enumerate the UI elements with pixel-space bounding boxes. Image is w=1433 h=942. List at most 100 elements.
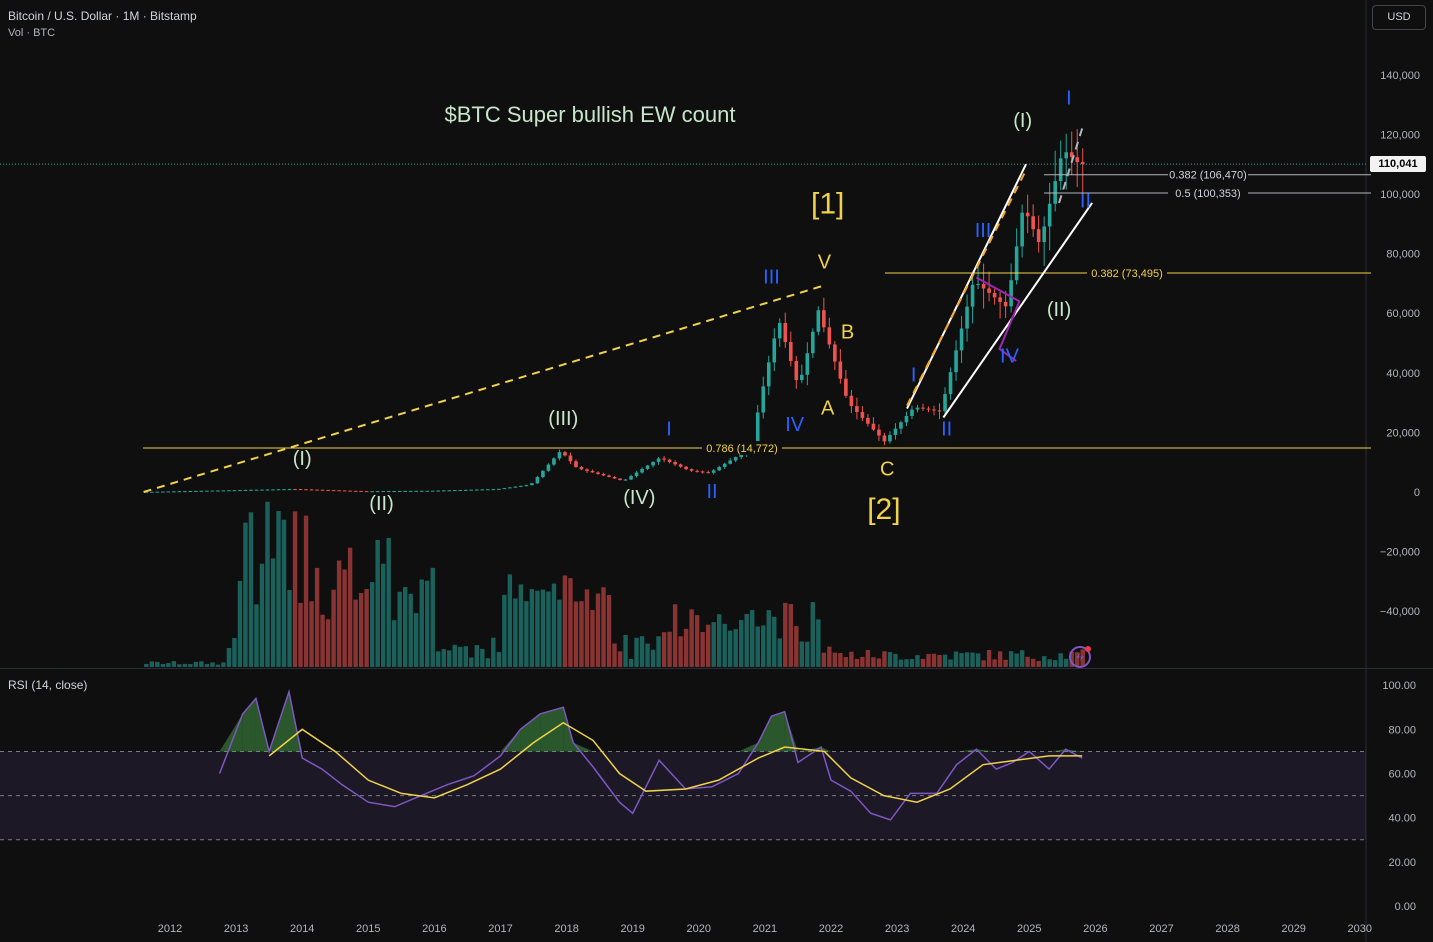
price-candle: [408, 490, 413, 492]
wave-label: B: [841, 322, 854, 344]
time-axis-tick: 2023: [885, 923, 909, 935]
volume-bar: [353, 599, 358, 667]
rsi-overbought-fill: [976, 749, 997, 752]
time-axis-tick: 2018: [554, 923, 578, 935]
time-axis-tick: 2030: [1348, 923, 1372, 935]
volume-bar: [997, 651, 1003, 667]
time-axis-tick: 2012: [158, 923, 182, 935]
price-candle: [535, 477, 540, 484]
wave-label: A: [821, 398, 835, 420]
volume-bar: [926, 653, 931, 667]
time-axis-tick: 2025: [1017, 923, 1041, 935]
volume-bar: [1047, 659, 1052, 667]
trendline[interactable]: [143, 285, 822, 493]
price-candle: [618, 478, 622, 481]
volume-bar: [414, 613, 419, 667]
price-candle: [502, 488, 507, 490]
price-candle: [232, 490, 237, 492]
price-candle: [882, 435, 887, 442]
volume-bar: [237, 580, 243, 667]
price-candle: [414, 490, 419, 492]
price-candle: [205, 490, 209, 492]
volume-bar: [755, 626, 760, 667]
price-candle: [970, 284, 975, 307]
price-candle: [238, 490, 242, 492]
volume-bar: [259, 563, 265, 667]
price-candle: [563, 452, 567, 456]
price-candle: [684, 466, 688, 470]
price-candle: [788, 342, 793, 362]
volume-bar: [672, 604, 678, 667]
price-candle: [342, 490, 347, 492]
price-candle: [772, 338, 777, 363]
price-candle: [1036, 229, 1041, 243]
time-axis-tick: 2027: [1149, 923, 1173, 935]
price-candle: [948, 372, 953, 395]
wave-label: I: [1066, 88, 1072, 110]
time-axis-tick: 2024: [951, 923, 975, 935]
price-candle: [337, 490, 341, 492]
price-candle: [1064, 152, 1069, 159]
volume-bar: [766, 610, 771, 667]
price-candle: [530, 483, 534, 486]
price-candle: [331, 490, 336, 492]
volume-bar: [601, 587, 606, 667]
volume-bar: [364, 589, 369, 667]
price-candle: [557, 452, 562, 459]
volume-bar: [1030, 658, 1036, 667]
volume-bar: [794, 626, 799, 667]
volume-bar: [838, 653, 843, 667]
price-candle: [161, 491, 165, 493]
wave-label: (I): [293, 448, 312, 470]
volume-bar: [656, 636, 661, 667]
price-candle: [932, 409, 936, 411]
volume-bar: [1041, 656, 1047, 667]
price-candle: [634, 472, 639, 477]
volume-bar: [210, 662, 215, 667]
time-axis-tick: 2028: [1215, 923, 1239, 935]
volume-bar: [325, 619, 331, 667]
volume-bar: [568, 578, 573, 667]
volume-bar: [243, 522, 248, 667]
volume-bar: [948, 659, 953, 667]
price-candle: [463, 489, 468, 491]
price-candle: [959, 328, 964, 351]
volume-bar: [843, 657, 849, 667]
price-candle: [838, 361, 843, 379]
volume-bar: [1036, 660, 1041, 667]
price-axis-tick: 0: [1414, 487, 1420, 499]
price-candle: [475, 489, 479, 491]
volume-bar: [226, 648, 232, 667]
price-candle: [227, 490, 231, 492]
chart-title: $BTC Super bullish EW count: [444, 102, 735, 127]
price-axis-tick: 80,000: [1386, 249, 1420, 261]
volume-bar: [705, 624, 711, 667]
volume-bar: [144, 664, 149, 667]
price-candle: [695, 470, 699, 472]
price-candle: [568, 455, 573, 462]
price-axis-tick: 20,000: [1386, 427, 1420, 439]
price-candle: [965, 306, 969, 329]
price-candle: [910, 409, 914, 416]
calendar-icon[interactable]: [1068, 645, 1092, 669]
price-candle: [893, 428, 898, 435]
price-candle: [601, 473, 606, 476]
price-candle: [937, 410, 942, 412]
price-candle: [491, 489, 496, 491]
price-candle: [998, 297, 1002, 302]
volume-bar: [397, 591, 402, 667]
volume-bar: [639, 636, 645, 667]
volume-bar: [292, 511, 298, 667]
price-candle: [728, 460, 732, 464]
time-axis-tick: 2021: [753, 923, 777, 935]
price-candle: [552, 458, 556, 465]
volume-bar: [595, 593, 601, 667]
price-candle: [254, 489, 259, 491]
price-candle: [315, 489, 319, 491]
trendline[interactable]: [1058, 128, 1084, 204]
price-axis-tick: 120,000: [1380, 129, 1420, 141]
volume-bar: [270, 558, 276, 667]
price-candle: [673, 462, 677, 465]
price-chart[interactable]: 140,000 120,000 100,000 80,000 60,000 40,000 2…: [0, 0, 1433, 942]
volume-bar: [920, 658, 926, 667]
